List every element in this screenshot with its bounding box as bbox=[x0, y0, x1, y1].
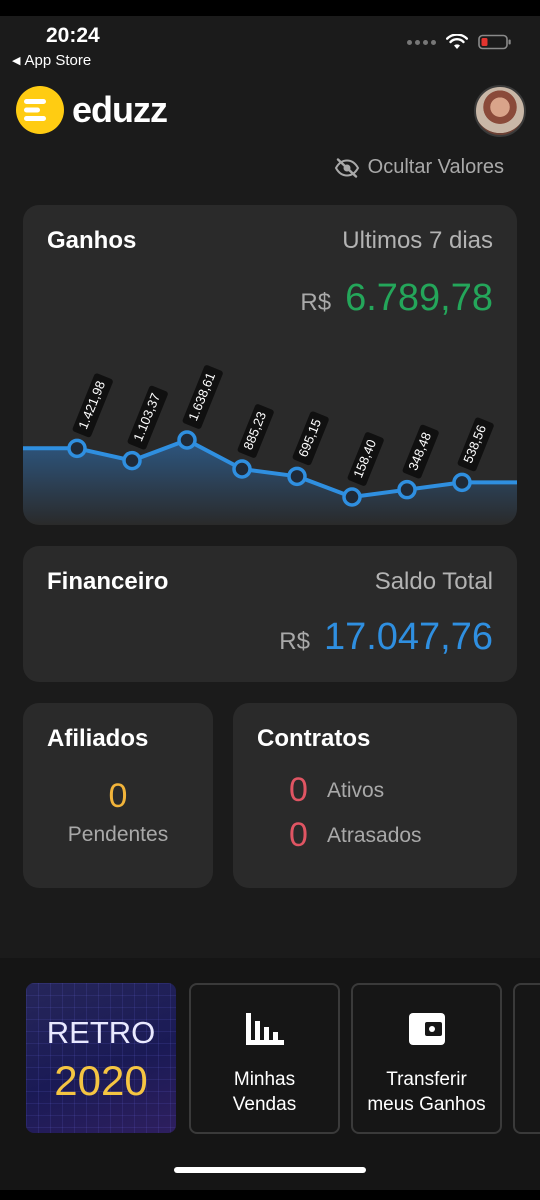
ganhos-card[interactable]: Ganhos Ultimos 7 dias R$ 6.789,78 1.421,… bbox=[23, 205, 517, 525]
hide-values-toggle[interactable]: Ocultar Valores bbox=[334, 156, 504, 179]
eduzz-logo-icon bbox=[16, 86, 64, 134]
ganhos-line-chart: 1.421,98 1.103,37 1.638,61 885,23 695,15 158,… bbox=[23, 365, 517, 525]
bottom-frame bbox=[0, 1190, 540, 1200]
back-arrow-icon: ◀ bbox=[12, 55, 21, 67]
financeiro-subtitle: Saldo Total bbox=[374, 568, 493, 595]
financeiro-currency: R$ bbox=[279, 628, 310, 655]
minhas-vendas-label: Minhas Vendas bbox=[232, 1069, 297, 1115]
retro-year-text: 2020 bbox=[54, 1057, 148, 1104]
chart-point[interactable] bbox=[342, 487, 362, 507]
chart-data-label: 538,56 bbox=[457, 417, 494, 472]
wallet-icon bbox=[408, 1013, 445, 1045]
contratos-card[interactable]: Contratos 0 Ativos 0 Atrasados bbox=[233, 703, 517, 888]
contratos-row-ativos: 0 Ativos bbox=[289, 771, 384, 810]
chart-data-label: 1.638,61 bbox=[182, 365, 223, 429]
status-icons bbox=[407, 34, 512, 50]
back-label: App Store bbox=[24, 52, 92, 69]
logo-text: eduzz bbox=[72, 89, 168, 130]
back-to-app-store[interactable]: ◀ App Store bbox=[12, 52, 91, 69]
chart-point[interactable] bbox=[287, 466, 307, 487]
chart-point[interactable] bbox=[232, 459, 252, 479]
contratos-atrasados-count: 0 bbox=[289, 816, 308, 854]
next-shortcut-tile[interactable] bbox=[513, 983, 540, 1134]
avatar[interactable] bbox=[474, 85, 526, 137]
chart-data-label: 695,15 bbox=[292, 411, 329, 466]
eduzz-logo: eduzz bbox=[16, 86, 168, 134]
retro-top-text: RETRO bbox=[46, 1015, 156, 1050]
contratos-row-atrasados: 0 Atrasados bbox=[289, 816, 422, 855]
chart-point[interactable] bbox=[67, 438, 87, 459]
chart-data-label: 348,48 bbox=[402, 424, 439, 479]
wifi-icon bbox=[446, 34, 468, 49]
afiliados-card[interactable]: Afiliados 0 Pendentes bbox=[23, 703, 213, 888]
signal-icon bbox=[407, 39, 436, 45]
afiliados-label: Pendentes bbox=[67, 823, 169, 846]
afiliados-title: Afiliados bbox=[47, 725, 149, 752]
contratos-title: Contratos bbox=[257, 725, 371, 752]
chart-data-label: 1.421,98 bbox=[72, 373, 113, 438]
financeiro-amount: R$ 17.047,76 bbox=[279, 616, 493, 659]
chart-data-label: 885,23 bbox=[237, 404, 274, 458]
contratos-ativos-count: 0 bbox=[289, 771, 308, 809]
minhas-vendas-button[interactable]: Minhas Vendas bbox=[189, 983, 340, 1134]
transferir-ganhos-label: Transferir meus Ganhos bbox=[367, 1069, 486, 1115]
home-indicator[interactable] bbox=[174, 1167, 366, 1173]
contratos-atrasados-label: Atrasados bbox=[327, 823, 422, 847]
financeiro-title: Financeiro bbox=[47, 568, 169, 595]
financeiro-total: 17.047,76 bbox=[323, 616, 493, 658]
chart-data-label: 158,40 bbox=[347, 432, 384, 486]
chart-point[interactable] bbox=[177, 430, 197, 450]
transferir-ganhos-button[interactable]: Transferir meus Ganhos bbox=[351, 983, 502, 1134]
battery-icon bbox=[478, 34, 511, 50]
retro-2020-banner[interactable]: RETRO 2020 bbox=[26, 983, 176, 1133]
afiliados-count: 0 bbox=[108, 777, 128, 815]
chart-point[interactable] bbox=[122, 450, 142, 471]
chart-data-label: 1.103,37 bbox=[127, 385, 168, 450]
hide-values-label: Ocultar Valores bbox=[367, 156, 504, 178]
chart-point[interactable] bbox=[452, 472, 472, 493]
financeiro-card[interactable]: Financeiro Saldo Total R$ 17.047,76 bbox=[23, 546, 517, 682]
top-frame bbox=[0, 0, 540, 16]
contratos-ativos-label: Ativos bbox=[327, 778, 385, 802]
bar-chart-icon bbox=[245, 1013, 284, 1045]
status-time: 20:24 bbox=[46, 24, 100, 47]
chart-point[interactable] bbox=[397, 479, 417, 500]
eye-off-icon bbox=[334, 157, 359, 178]
